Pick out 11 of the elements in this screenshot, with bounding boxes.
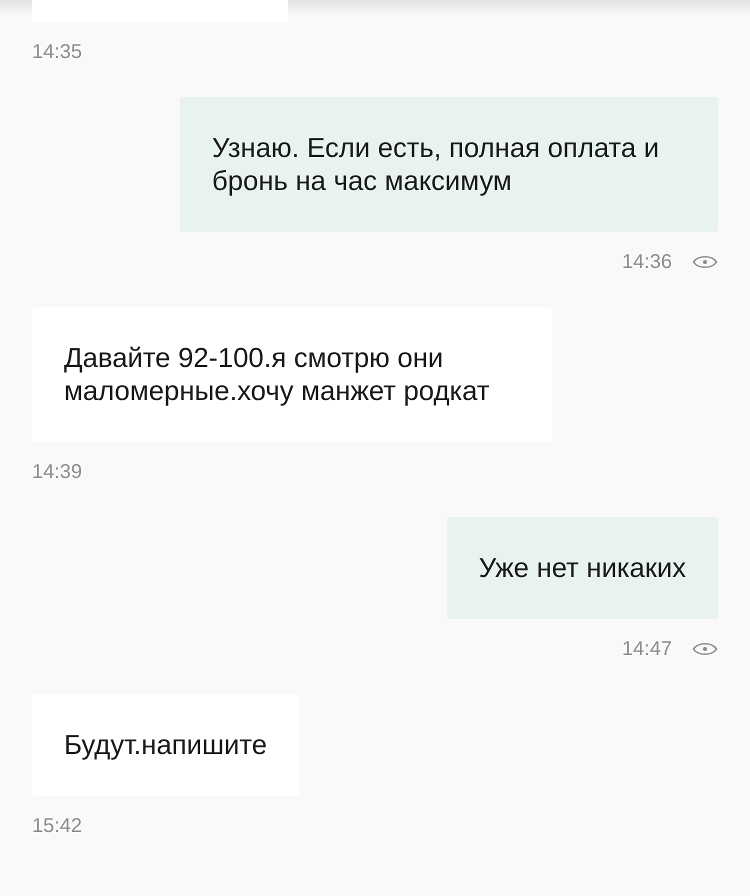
message-bubble: Уже нет никаких: [446, 517, 718, 619]
message-time: 14:39: [32, 460, 82, 484]
message-bubble: Узнаю. Если есть, полная оплата и бронь на час максимум: [180, 97, 718, 232]
message-time: 14:47: [622, 638, 672, 660]
message-bubble: Будут.напишите: [32, 694, 300, 796]
message-bubble: Давайте 92-100.я смотрю они маломерные.хочу манжет родкат: [32, 307, 552, 442]
message-time: 14:35: [32, 40, 82, 64]
eye-icon: [692, 640, 718, 658]
message-time: 14:36: [622, 250, 672, 274]
message-time: 15:42: [32, 814, 82, 838]
eye-icon: [692, 253, 718, 271]
